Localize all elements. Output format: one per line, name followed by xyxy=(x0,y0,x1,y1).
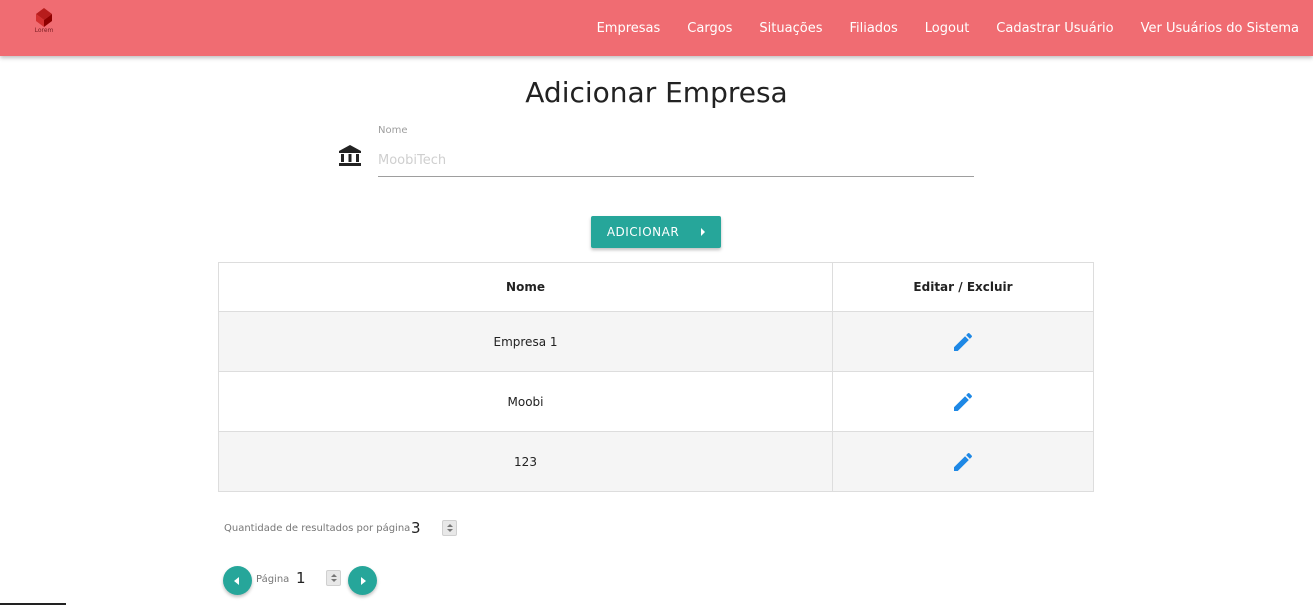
page-label: Página xyxy=(256,574,290,585)
table-row: Moobi xyxy=(218,371,1094,432)
pencil-edit-icon[interactable] xyxy=(951,450,975,474)
logo-mark-icon xyxy=(36,8,52,27)
table-header-row: Nome Editar / Excluir xyxy=(218,262,1094,312)
nav-link-filiados[interactable]: Filiados xyxy=(849,21,897,36)
column-header-actions: Editar / Excluir xyxy=(832,262,1094,312)
table-row: Empresa 1 xyxy=(218,311,1094,372)
company-name-cell: Moobi xyxy=(218,371,833,432)
bank-icon xyxy=(338,144,362,168)
nav-link-cadastrar-usuario[interactable]: Cadastrar Usuário xyxy=(996,21,1113,36)
results-per-page-value[interactable]: 3 xyxy=(411,519,421,537)
pencil-edit-icon[interactable] xyxy=(951,390,975,414)
top-navbar: Lorem Empresas Cargos Situações Filiados… xyxy=(0,0,1313,56)
actions-cell xyxy=(832,311,1094,372)
chevron-right-icon xyxy=(361,577,366,585)
companies-table: Nome Editar / Excluir Empresa 1 Moobi 12… xyxy=(218,262,1094,492)
results-per-page-spinner[interactable] xyxy=(442,520,457,536)
nav-link-situacoes[interactable]: Situações xyxy=(759,21,822,36)
nav-link-logout[interactable]: Logout xyxy=(925,21,970,36)
name-field-label: Nome xyxy=(378,125,408,136)
next-page-button[interactable] xyxy=(348,566,377,595)
nav-links: Empresas Cargos Situações Filiados Logou… xyxy=(570,0,1313,56)
add-company-button[interactable]: ADICIONAR xyxy=(591,216,721,248)
logo-text: Lorem xyxy=(34,27,54,34)
nav-link-empresas[interactable]: Empresas xyxy=(597,21,661,36)
caret-right-icon xyxy=(701,228,706,236)
company-name-cell: Empresa 1 xyxy=(218,311,833,372)
page-number-value[interactable]: 1 xyxy=(296,569,306,587)
company-name-cell: 123 xyxy=(218,431,833,492)
results-per-page-label: Quantidade de resultados por página xyxy=(224,523,411,534)
page-number-spinner[interactable] xyxy=(326,570,341,586)
previous-page-button[interactable] xyxy=(223,566,252,595)
column-header-name: Nome xyxy=(218,262,833,312)
chevron-left-icon xyxy=(234,577,239,585)
actions-cell xyxy=(832,371,1094,432)
add-button-label: ADICIONAR xyxy=(606,225,680,239)
table-row: 123 xyxy=(218,431,1094,492)
nav-link-ver-usuarios[interactable]: Ver Usuários do Sistema xyxy=(1141,21,1299,36)
pencil-edit-icon[interactable] xyxy=(951,330,975,354)
actions-cell xyxy=(832,431,1094,492)
page-title: Adicionar Empresa xyxy=(525,76,788,109)
nav-link-cargos[interactable]: Cargos xyxy=(687,21,732,36)
company-name-input[interactable] xyxy=(378,144,974,177)
brand-logo[interactable]: Lorem xyxy=(30,7,58,41)
